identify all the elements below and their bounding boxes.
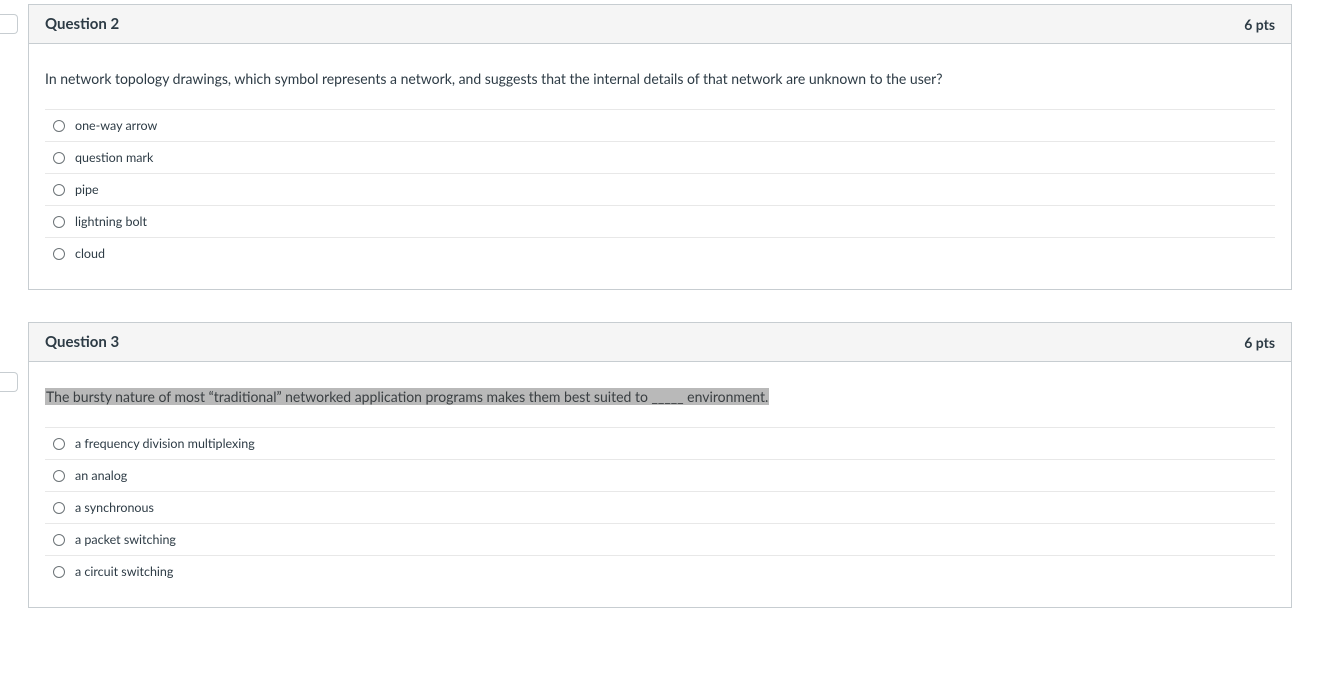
question-title: Question 2 [45,15,119,33]
question-block: Question 3 6 pts The bursty nature of most… [28,322,1292,608]
question-points: 6 pts [1244,334,1275,351]
answer-row[interactable]: a packet switching [45,524,1275,556]
radio-icon[interactable] [53,438,65,450]
answer-row[interactable]: a synchronous [45,492,1275,524]
radio-icon[interactable] [53,184,65,196]
question-header: Question 3 6 pts [29,323,1291,362]
radio-icon[interactable] [53,470,65,482]
radio-icon[interactable] [53,216,65,228]
question-side-tab[interactable] [0,372,18,392]
answer-label: a frequency division multiplexing [75,436,1267,451]
answer-label: lightning bolt [75,214,1267,229]
radio-icon[interactable] [53,248,65,260]
radio-icon[interactable] [53,120,65,132]
question-prompt-text: The bursty nature of most “traditional” … [45,388,769,405]
answer-row[interactable]: a circuit switching [45,556,1275,587]
answer-label: a synchronous [75,500,1267,515]
answer-row[interactable]: cloud [45,238,1275,269]
question-body: In network topology drawings, which symb… [29,44,1291,289]
answer-row[interactable]: question mark [45,142,1275,174]
question-side-tab[interactable] [0,14,18,34]
question-prompt: In network topology drawings, which symb… [45,68,1275,89]
radio-icon[interactable] [53,152,65,164]
answer-list: a frequency division multiplexing an anal… [45,427,1275,587]
answer-row[interactable]: lightning bolt [45,206,1275,238]
answer-label: a circuit switching [75,564,1267,579]
answer-label: a packet switching [75,532,1267,547]
question-body: The bursty nature of most “traditional” … [29,362,1291,607]
question-prompt: The bursty nature of most “traditional” … [45,386,1275,407]
answer-row[interactable]: an analog [45,460,1275,492]
radio-icon[interactable] [53,502,65,514]
question-points: 6 pts [1244,16,1275,33]
answer-row[interactable]: pipe [45,174,1275,206]
answer-label: pipe [75,182,1267,197]
question-header: Question 2 6 pts [29,5,1291,44]
answer-label: an analog [75,468,1267,483]
answer-list: one-way arrow question mark pipe lightning … [45,109,1275,269]
answer-label: one-way arrow [75,118,1267,133]
answer-row[interactable]: a frequency division multiplexing [45,428,1275,460]
radio-icon[interactable] [53,534,65,546]
answer-row[interactable]: one-way arrow [45,110,1275,142]
question-block: Question 2 6 pts In network topology drawi… [28,4,1292,290]
answer-label: cloud [75,246,1267,261]
question-title: Question 3 [45,333,119,351]
radio-icon[interactable] [53,566,65,578]
answer-label: question mark [75,150,1267,165]
